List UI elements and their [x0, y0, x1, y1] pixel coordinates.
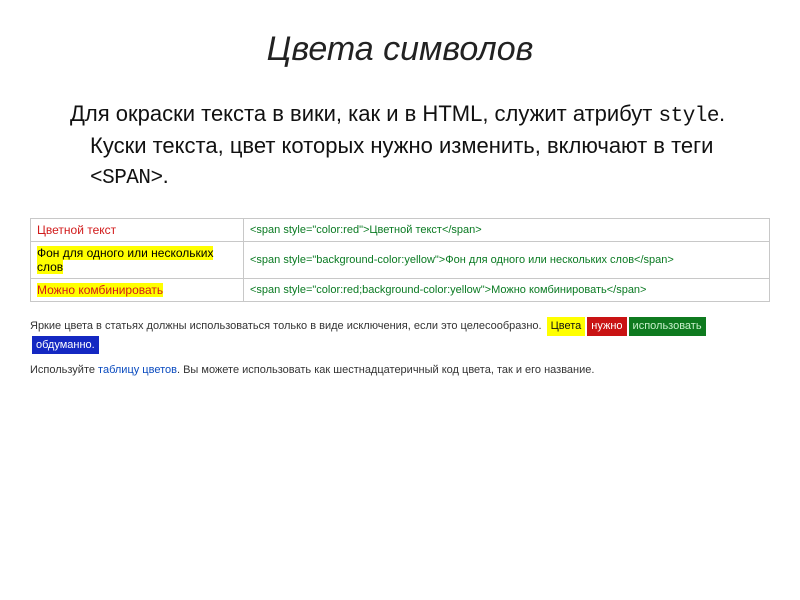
- code-span-tag: <SPAN>: [90, 167, 163, 190]
- footnote2-b: . Вы можете использовать как шестнадцате…: [177, 364, 594, 376]
- footnote2-a: Используйте: [30, 364, 98, 376]
- example-display-text: Фон для одного или нескольких слов: [37, 246, 213, 274]
- examples-table: Цветной текст <span style="color:red">Цве…: [30, 218, 770, 302]
- example-code: <span style="color:red">Цветной текст</s…: [244, 219, 770, 242]
- example-display-text: Цветной текст: [37, 223, 116, 237]
- footnote-bright-colors: Яркие цвета в статьях должны использоват…: [30, 317, 770, 354]
- footnote-color-table: Используйте таблицу цветов. Вы можете ис…: [30, 362, 770, 379]
- page-title: Цвета символов: [30, 30, 770, 69]
- code-style: style: [658, 105, 719, 128]
- example-display: Цветной текст: [31, 219, 244, 242]
- color-chip: обдуманно.: [32, 336, 99, 355]
- table-row: Цветной текст <span style="color:red">Цве…: [31, 219, 770, 242]
- intro-part-c: .: [163, 163, 169, 188]
- example-display: Фон для одного или нескольких слов: [31, 242, 244, 279]
- color-table-link[interactable]: таблицу цветов: [98, 364, 177, 376]
- color-chip: нужно: [587, 317, 626, 336]
- example-code: <span style="background-color:yellow">Фо…: [244, 242, 770, 279]
- color-chip: использовать: [629, 317, 706, 336]
- table-row: Фон для одного или нескольких слов <span …: [31, 242, 770, 279]
- table-row: Можно комбинировать <span style="color:re…: [31, 279, 770, 302]
- intro-part-a: Для окраски текста в вики, как и в HTML,…: [70, 101, 658, 126]
- footnote1-text: Яркие цвета в статьях должны использоват…: [30, 320, 545, 332]
- example-display-text: Можно комбинировать: [37, 283, 163, 297]
- intro-paragraph: Для окраски текста в вики, как и в HTML,…: [70, 99, 770, 193]
- color-chip: Цвета: [547, 317, 586, 336]
- example-display: Можно комбинировать: [31, 279, 244, 302]
- example-code: <span style="color:red;background-color:…: [244, 279, 770, 302]
